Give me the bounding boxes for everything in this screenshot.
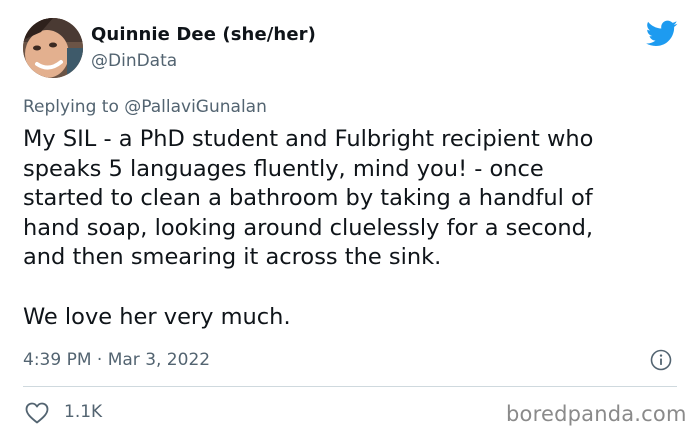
tweet-body-closing: We love her very much. — [23, 303, 291, 330]
avatar-image — [23, 18, 83, 78]
like-count[interactable]: 1.1K — [64, 402, 102, 422]
reply-prefix: Replying to — [23, 97, 125, 117]
author-name[interactable]: Quinnie Dee (she/her) — [91, 24, 316, 45]
reply-mention-link[interactable]: @PallaviGunalan — [124, 97, 267, 117]
twitter-bird-icon[interactable] — [646, 20, 678, 48]
tweet-body: My SIL - a PhD student and Fulbright rec… — [23, 125, 693, 332]
tweet-body-line: started to clean a bathroom by taking a … — [23, 185, 593, 211]
reply-context: Replying to @PallaviGunalan — [23, 97, 267, 117]
tweet-body-line: My SIL - a PhD student and Fulbright rec… — [23, 126, 594, 152]
tweet-timestamp[interactable]: 4:39 PM · Mar 3, 2022 — [23, 350, 210, 370]
watermark: boredpanda.com — [506, 402, 687, 426]
divider — [23, 386, 677, 387]
tweet-body-line: speaks 5 languages fluently, mind you! -… — [23, 155, 544, 182]
tweet-body-line: hand soap, looking around cluelessly for… — [23, 214, 594, 241]
tweet-body-line: and then smearing it across the sink. — [23, 244, 442, 270]
info-icon[interactable] — [650, 349, 672, 371]
avatar[interactable] — [23, 18, 83, 78]
author-handle[interactable]: @DinData — [91, 51, 177, 71]
heart-icon[interactable] — [25, 402, 49, 424]
